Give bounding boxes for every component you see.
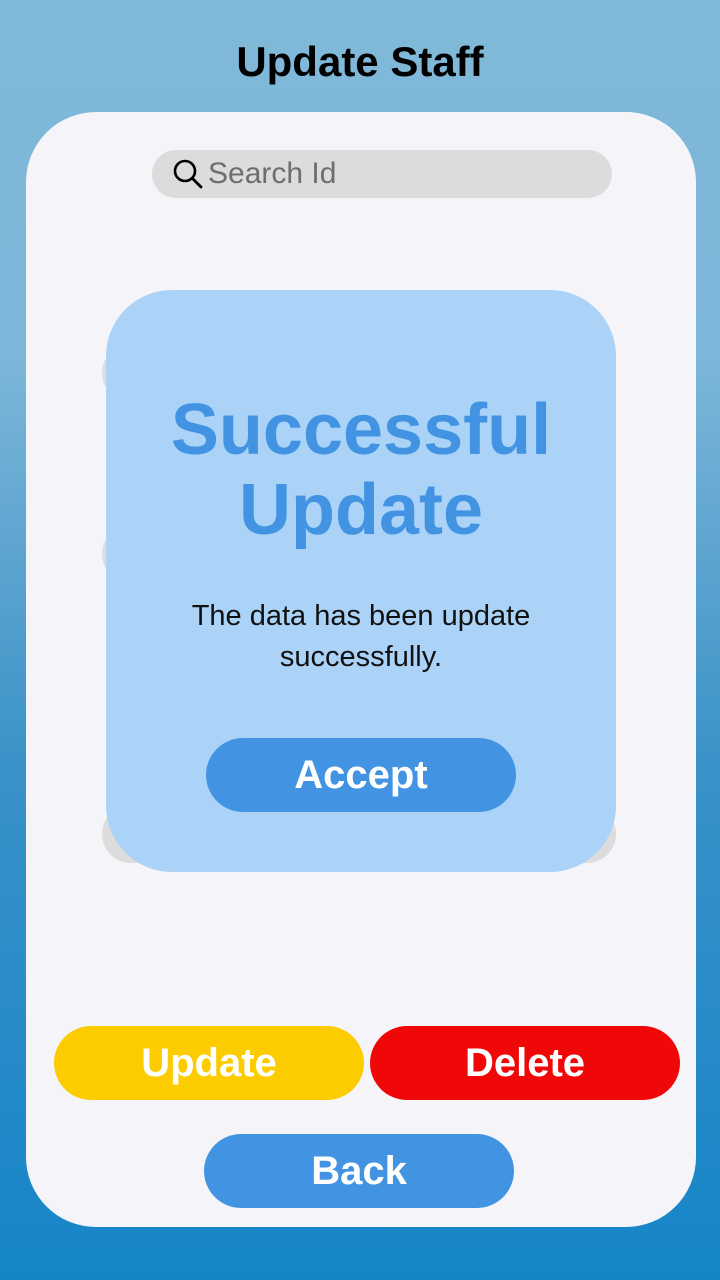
update-button[interactable]: Update (54, 1026, 364, 1100)
back-button[interactable]: Back (204, 1134, 514, 1208)
success-dialog: Successful Update The data has been upda… (106, 290, 616, 872)
dialog-title: Successful Update (170, 390, 552, 550)
delete-button[interactable]: Delete (370, 1026, 680, 1100)
dialog-message: The data has been update successfully. (191, 600, 531, 673)
page-title: Update Staff (236, 38, 484, 85)
search-input[interactable] (208, 150, 598, 198)
search-icon (173, 159, 203, 189)
search-bar[interactable] (152, 150, 612, 198)
accept-button[interactable]: Accept (206, 738, 516, 812)
